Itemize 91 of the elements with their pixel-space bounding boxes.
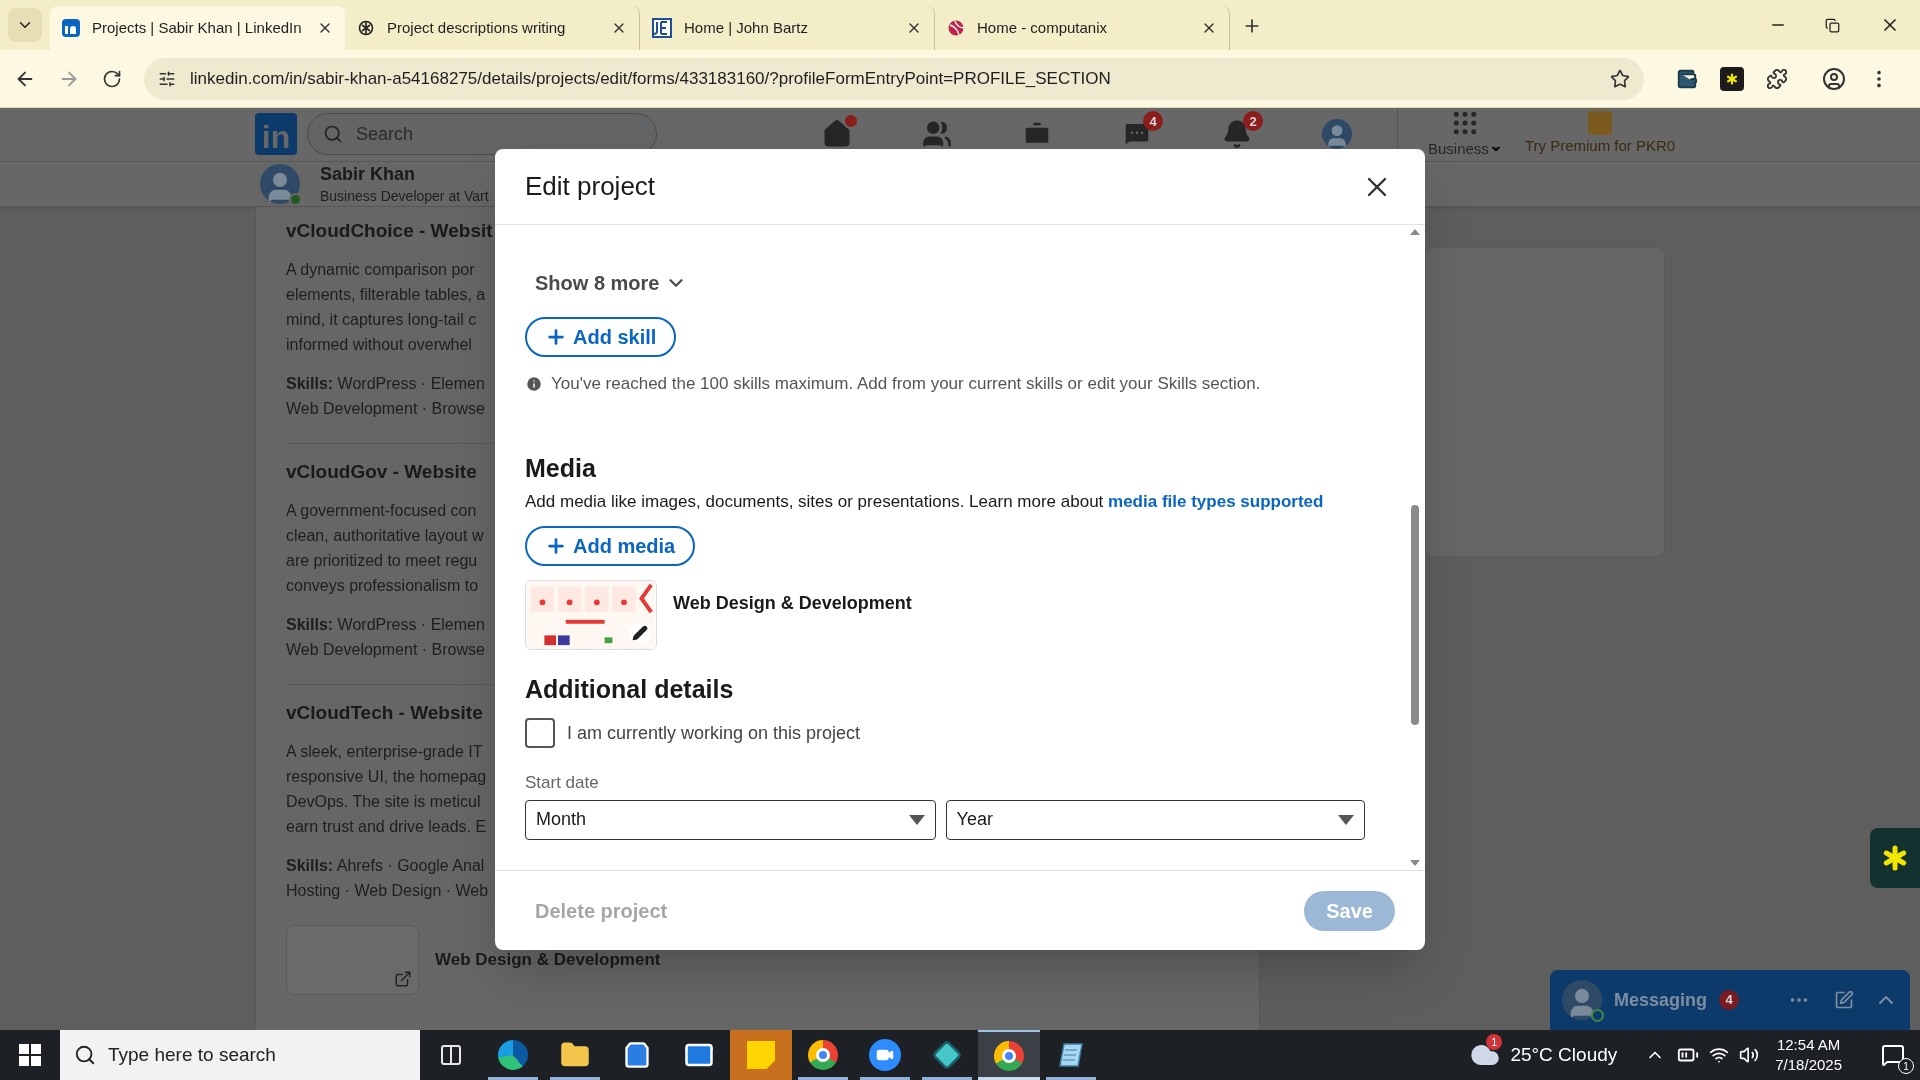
dialog-title: Edit project (525, 170, 656, 203)
checkbox[interactable] (525, 718, 555, 748)
add-media-button[interactable]: Add media (525, 526, 696, 566)
media-description: Add media like images, documents, sites or presentations. Learn more about media file types supported (525, 490, 1325, 513)
volume-icon[interactable] (1739, 1045, 1760, 1065)
knot-icon (357, 19, 375, 37)
store-icon (623, 1041, 651, 1069)
asterisk-icon[interactable] (1870, 828, 1920, 888)
bell-icon (1222, 119, 1252, 150)
field-label: Start date (525, 772, 600, 794)
asterisk-icon[interactable] (1720, 66, 1744, 91)
notification-count: 1 (1898, 1058, 1914, 1074)
project-skills: Skills: WordPress · Elemen Web Development · Browse (286, 614, 485, 660)
media-thumbnail[interactable] (286, 924, 419, 995)
tab-title: Home - computanix (977, 17, 1109, 38)
task-view-icon (439, 1043, 463, 1067)
windows-icon (19, 1044, 41, 1066)
video-camera-icon (869, 1039, 901, 1071)
project-description: A government-focused con clean, authoritative layout w are prioritized to meet regu conveys professionalism to (286, 500, 484, 596)
info-icon (525, 374, 543, 393)
project-description: A dynamic comparison por elements, filterable tables, a mind, it captures long-tail c informed without overwhel (286, 259, 486, 355)
ball-icon (947, 19, 965, 37)
tab-title: Projects | Sabir Khan | LinkedIn (92, 17, 303, 38)
wallet-icon[interactable] (1676, 67, 1698, 90)
linkedin-icon (62, 19, 80, 37)
show-more-button[interactable]: Show 8 more (525, 267, 698, 299)
project-title: vCloudTech - Website (286, 700, 483, 725)
add-skill-button[interactable]: Add skill (525, 317, 677, 357)
media-types-link[interactable]: media file types supported (1108, 491, 1324, 511)
edge-icon (498, 1040, 528, 1070)
media-title: Web Design & Development (673, 592, 912, 615)
notification-badge: 2 (1243, 111, 1263, 132)
messaging-badge: 4 (1719, 990, 1740, 1010)
search-icon (74, 1044, 96, 1066)
sticky-note-icon (747, 1041, 775, 1069)
tab-title: Project descriptions writing (387, 17, 567, 38)
diamond-icon (932, 1040, 962, 1070)
section-heading: Media (525, 452, 597, 483)
messaging-bar[interactable]: Messaging 4 (1550, 970, 1910, 1030)
business-label: Business (1428, 139, 1489, 159)
caret-icon (908, 814, 925, 825)
chrome-icon (808, 1040, 838, 1070)
checkbox-label: I am currently working on this project (567, 721, 861, 745)
extensions-icon[interactable] (1766, 67, 1788, 90)
taskbar-app[interactable] (978, 1030, 1040, 1080)
site-logo-icon (652, 18, 672, 38)
project-description: A sleek, enterprise-grade IT responsive UI, the homepag DevOps. The site is meticul earn trust and drive leads. E (286, 741, 487, 837)
profile-headline: Business Developer at Vart (320, 186, 489, 206)
clock[interactable]: 12:54 AM 7/18/2025 (1775, 1035, 1842, 1075)
scroll-up-icon[interactable] (1410, 229, 1420, 235)
project-title: vCloudGov - Website (286, 459, 477, 484)
messaging-label: Messaging (1614, 988, 1708, 1012)
avatar (1322, 119, 1352, 150)
project-title: vCloudChoice - Websit (286, 218, 493, 243)
external-link-icon (394, 969, 412, 988)
scroll-down-icon[interactable] (1410, 860, 1420, 866)
plus-icon (545, 535, 567, 557)
notifications-button[interactable]: 1 (1870, 1030, 1916, 1080)
bookmark-icon[interactable] (1610, 68, 1630, 89)
month-select[interactable]: Month (525, 799, 936, 840)
search-field[interactable]: Search (307, 113, 657, 156)
skills-notice: You've reached the 100 skills maximum. Add from your current skills or edit your Skills section. (551, 373, 1261, 395)
year-select[interactable]: Year (945, 799, 1365, 840)
profile-icon[interactable] (1822, 66, 1846, 91)
caret-icon (1338, 814, 1354, 825)
notification-badge: 4 (1143, 111, 1163, 132)
home-icon (822, 119, 852, 150)
premium-icon (1588, 111, 1613, 135)
wifi-icon[interactable] (1709, 1045, 1730, 1065)
compose-icon[interactable] (1834, 990, 1854, 1010)
reload-icon[interactable] (102, 68, 122, 89)
restore-icon[interactable] (1825, 18, 1840, 33)
tab-title: Home | John Bartz (684, 17, 809, 38)
weather-badge: 1 (1486, 1034, 1503, 1050)
section-heading: Additional details (525, 674, 735, 704)
notepad-icon (1056, 1040, 1086, 1070)
weather-widget[interactable]: 1 25°C Cloudy (1466, 1030, 1622, 1080)
chrome-icon (994, 1041, 1024, 1071)
url-text: linkedin.com/in/sabir-khan-a54168275/details/projects/edit/forms/433183160/?profileFormEntryPoint=PROFILE_SECTION (190, 67, 1112, 90)
address-bar[interactable]: linkedin.com/in/sabir-khan-a54168275/details/projects/edit/forms/433183160/?profileFormEntryPoint=PROFILE_SECTION (144, 57, 1644, 100)
site-info-icon[interactable] (158, 69, 176, 88)
scrollbar-thumb[interactable] (1411, 505, 1419, 725)
browser-tab[interactable]: Projects | Sabir Khan | LinkedIn (50, 6, 345, 50)
project-skills: Skills: Ahrefs · Google Anal Hosting · Web Design · Web (286, 855, 489, 901)
profile-name: Sabir Khan (320, 162, 417, 186)
project-skills: Skills: WordPress · Elemen Web Development · Browse (286, 373, 485, 419)
notification-icon (1881, 1043, 1905, 1067)
media-title: Web Design & Development (435, 948, 661, 971)
taskbar-search[interactable]: Type here to search (60, 1030, 420, 1080)
plus-icon (545, 326, 567, 348)
search-icon (323, 124, 343, 145)
